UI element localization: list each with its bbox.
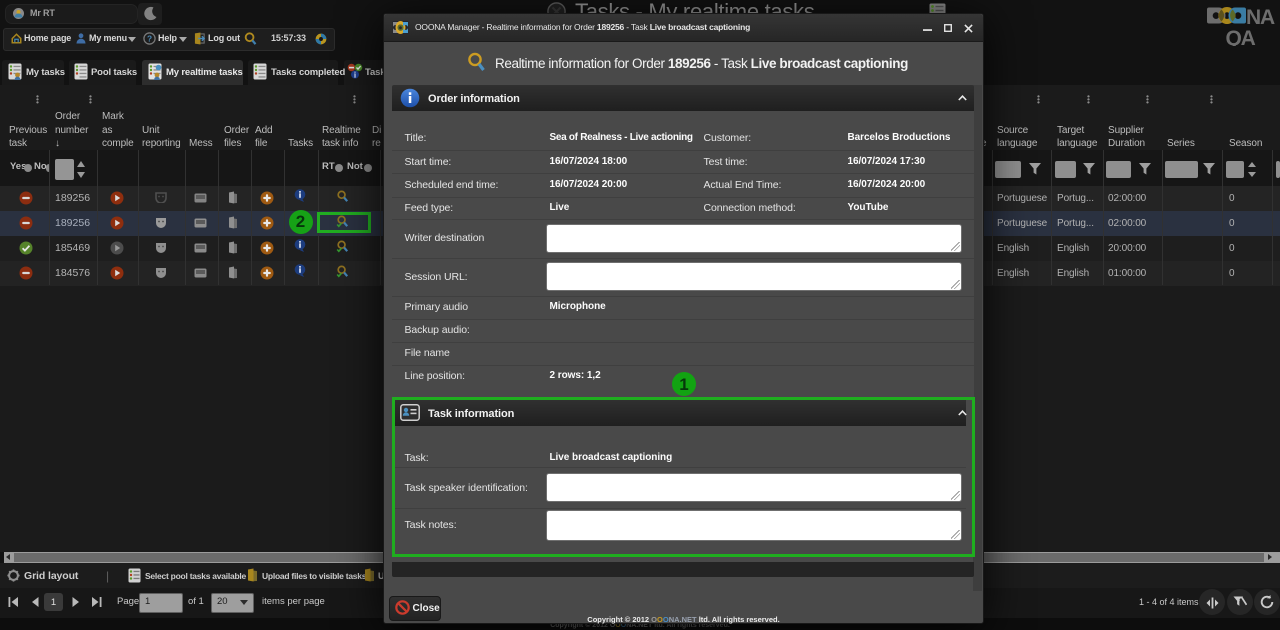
svg-text:?: ? <box>147 33 152 43</box>
svg-text:QA: QA <box>1226 27 1256 46</box>
svg-text:NA: NA <box>1246 6 1275 29</box>
